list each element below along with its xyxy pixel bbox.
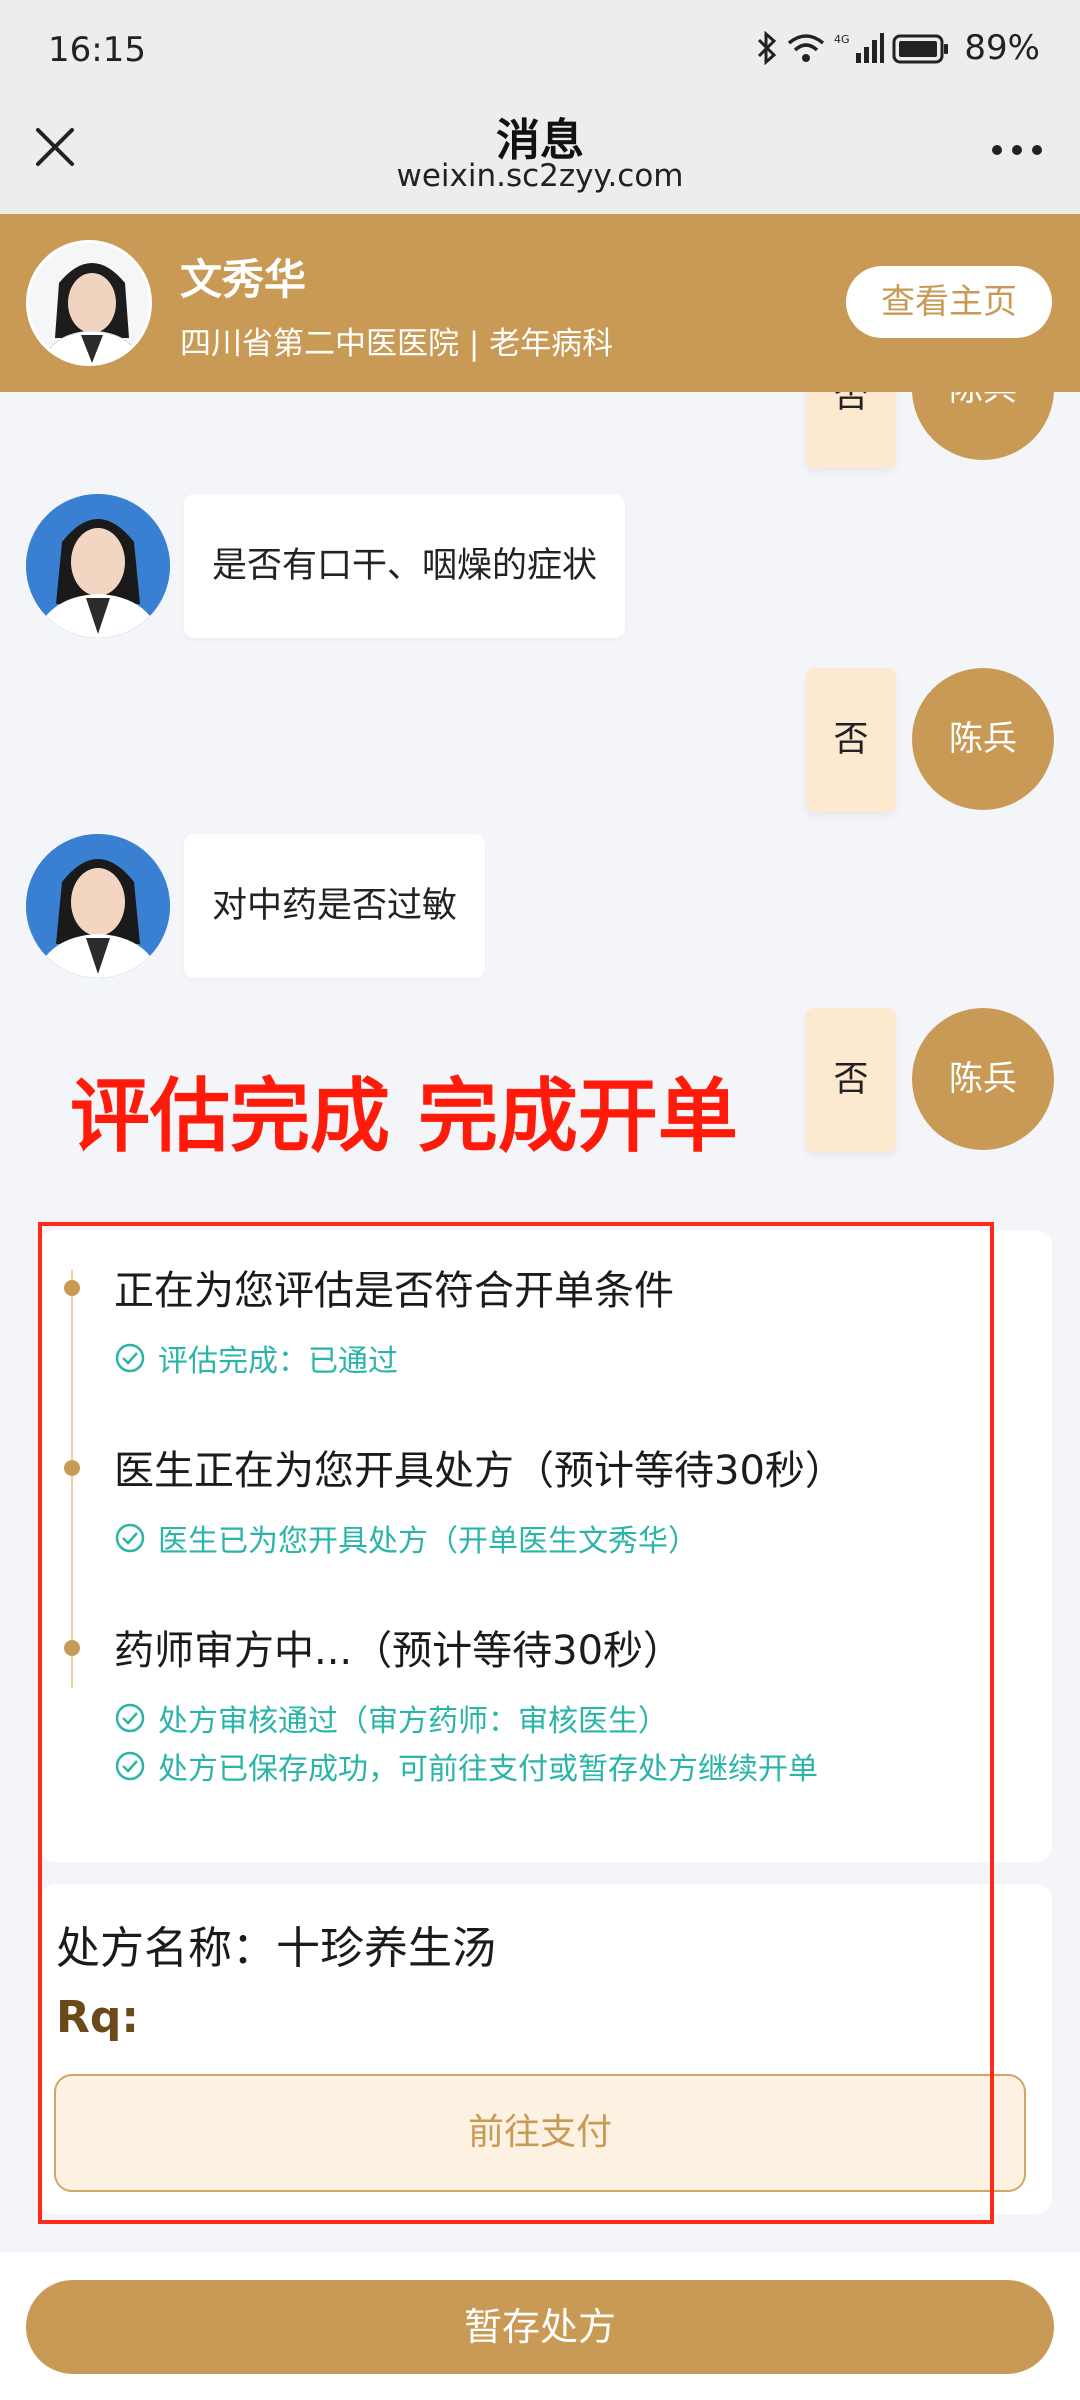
step-note-text: 处方已保存成功，可前往支付或暂存处方继续开单 [158,1752,818,1787]
doctor-header: 文秀华 四川省第二中医医院 | 老年病科 查看主页 [0,214,1080,392]
patient-avatar: 陈兵 [912,1008,1054,1150]
step-note-text: 处方审核通过（审方药师：审核医生） [158,1704,668,1739]
step-dot [64,1280,80,1296]
status-icons: 4G 89% [756,28,1040,68]
status-bar: 16:15 4G 89% [0,0,1080,100]
footer: 暂存处方 [0,2252,1080,2400]
wifi-icon [788,34,825,62]
more-icon[interactable] [990,140,1044,160]
timeline-line [71,1270,73,1688]
title-bar: 消息 weixin.sc2zyy.com [0,100,1080,214]
step-title: 药师审方中...（预计等待30秒） [114,1628,684,1674]
chat-bubble-left: 对中药是否过敏 [184,834,486,978]
prescription-card: 处方名称：十珍养生汤 Rq: 前往支付 [40,1884,1052,2214]
step-note: 处方已保存成功，可前往支付或暂存处方继续开单 [114,1744,818,1788]
step-note: 处方审核通过（审方药师：审核医生） [114,1696,668,1740]
chat-bubble-left: 是否有口干、咽燥的症状 [184,494,626,638]
prescription-rq: Rq: [56,1992,139,2043]
signal-icon: 4G [834,33,885,63]
step-dot [64,1460,80,1476]
step-note: 评估完成：已通过 [114,1336,398,1380]
battery-percent: 89% [964,28,1040,68]
process-card: 正在为您评估是否符合开单条件 评估完成：已通过 医生正在为您开具处方（预计等待3… [40,1230,1052,1862]
check-circle-icon [115,1343,145,1373]
chat-bubble-right: 否 [806,392,896,468]
step-note: 医生已为您开具处方（开单医生文秀华） [114,1516,698,1560]
doctor-name: 文秀华 [180,255,307,304]
check-circle-icon [115,1751,145,1781]
annotation-text: 评估完成 完成开单 [70,1070,738,1163]
bluetooth-icon [758,31,777,65]
step-note-text: 评估完成：已通过 [158,1344,398,1379]
prescription-name: 处方名称：十珍养生汤 [56,1923,496,1974]
save-prescription-button[interactable]: 暂存处方 [26,2280,1054,2374]
doctor-chat-avatar [26,494,170,638]
patient-avatar: 陈兵 [912,392,1054,460]
doctor-hospital: 四川省第二中医医院 | 老年病科 [180,326,614,362]
step-title: 正在为您评估是否符合开单条件 [114,1268,674,1314]
battery-icon [892,34,949,64]
go-pay-button[interactable]: 前往支付 [54,2074,1026,2192]
step-title: 医生正在为您开具处方（预计等待30秒） [114,1448,845,1494]
step-dot [64,1640,80,1656]
network-label: 4G [834,33,850,46]
page-url: weixin.sc2zyy.com [396,158,684,194]
doctor-chat-avatar [26,834,170,978]
doctor-avatar [26,240,152,366]
check-circle-icon [115,1523,145,1553]
chat-area[interactable]: 否 陈兵 是否有口干、咽燥的症状 否 陈兵 对中药是否过敏 否 陈兵 评估完成 … [0,392,1080,2252]
patient-avatar: 陈兵 [912,668,1054,810]
view-homepage-button[interactable]: 查看主页 [846,266,1052,338]
chat-bubble-right: 否 [806,1008,896,1152]
step-note-text: 医生已为您开具处方（开单医生文秀华） [158,1524,698,1559]
check-circle-icon [115,1703,145,1733]
chat-bubble-right: 否 [806,668,896,812]
status-time: 16:15 [48,30,146,70]
